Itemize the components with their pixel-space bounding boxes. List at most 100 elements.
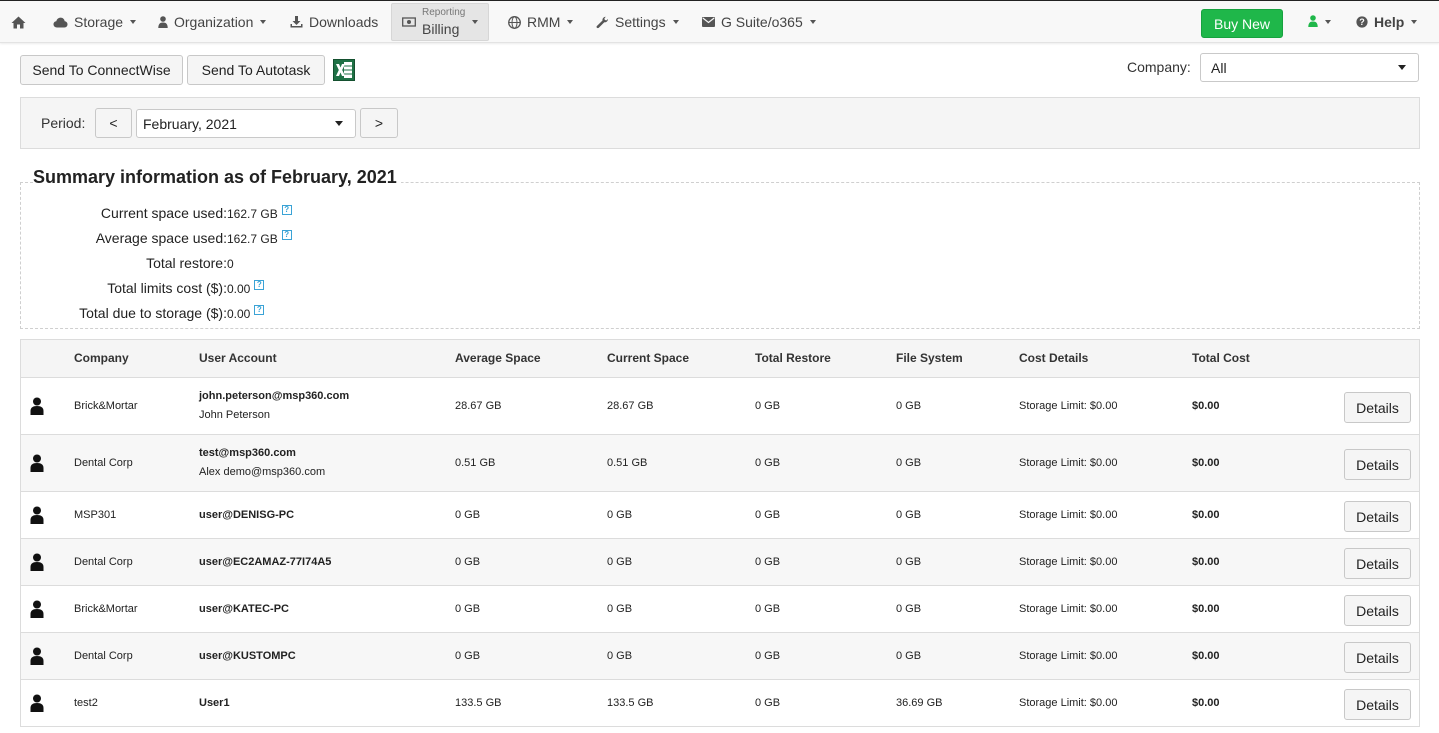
file-system-cell: 0 GB (896, 603, 922, 615)
summary-label: Total restore: (146, 255, 227, 271)
nav-organization[interactable]: Organization (158, 2, 267, 42)
table-row: Brick&Mortar user@KATEC-PC 0 GB 0 GB 0 GB 0 G… (21, 586, 1419, 633)
user-icon (30, 506, 44, 524)
column-header-cost-details[interactable]: Cost Details (1019, 351, 1088, 365)
column-header-total-cost[interactable]: Total Cost (1192, 351, 1250, 365)
total-cost-cell: $0.00 (1192, 697, 1220, 709)
summary-label: Current space used: (100, 205, 227, 221)
user-account-cell[interactable]: user@DENISG-PC (199, 509, 294, 521)
limits-cost-value: 0.00 (227, 282, 251, 296)
user-account-cell[interactable]: User1 (199, 697, 230, 709)
company-cell: MSP301 (74, 509, 117, 521)
details-button[interactable]: Details (1344, 689, 1411, 720)
account-login: test@msp360.com (199, 447, 296, 459)
table-row: Dental Corp test@msp360.com Alex demo@msp3… (21, 435, 1419, 492)
user-status-icon (1308, 14, 1318, 30)
company-cell: test2 (74, 697, 98, 709)
excel-export-icon[interactable] (333, 59, 355, 81)
column-header-total-restore[interactable]: Total Restore (755, 351, 831, 365)
table-header: Company User Account Average Space Curre… (21, 340, 1419, 378)
help-icon[interactable]: ? (254, 280, 265, 290)
help-icon[interactable]: ? (281, 230, 292, 240)
column-header-average-space[interactable]: Average Space (455, 351, 541, 365)
table-row: Dental Corp user@EC2AMAZ-77I74A5 0 GB 0 GB 0… (21, 539, 1419, 586)
chevron-down-icon (809, 20, 816, 24)
company-cell: Dental Corp (74, 650, 133, 662)
wrench-icon (596, 16, 609, 29)
period-select[interactable]: February, 2021 (136, 109, 356, 138)
file-system-cell: 0 GB (896, 650, 922, 662)
send-to-autotask-button[interactable]: Send To Autotask (187, 55, 325, 85)
file-system-cell: 0 GB (896, 400, 922, 412)
total-restore-cell: 0 GB (755, 603, 781, 615)
average-space-value: 162.7 GB (227, 232, 278, 246)
current-space-cell: 0 GB (607, 556, 633, 568)
nav-billing-label: Billing (422, 21, 460, 37)
details-button[interactable]: Details (1344, 501, 1411, 532)
nav-help[interactable]: ? Help (1356, 2, 1418, 42)
cost-details-cell: Storage Limit: $0.00 (1019, 509, 1118, 521)
column-header-company[interactable]: Company (74, 351, 129, 365)
average-space-cell: 0 GB (455, 603, 481, 615)
user-account-cell[interactable]: test@msp360.com Alex demo@msp360.com (199, 447, 325, 478)
send-to-connectwise-button[interactable]: Send To ConnectWise (20, 55, 183, 85)
details-button[interactable]: Details (1344, 595, 1411, 626)
nav-downloads[interactable]: Downloads (290, 2, 378, 42)
cost-details-cell: Storage Limit: $0.00 (1019, 457, 1118, 469)
help-icon[interactable]: ? (281, 205, 292, 215)
nav-settings[interactable]: Settings (596, 2, 679, 42)
envelope-icon (702, 17, 715, 27)
nav-gsuite-label: G Suite/o365 (721, 14, 803, 30)
summary-value: 0.00? (227, 280, 265, 296)
user-account-cell[interactable]: user@KATEC-PC (199, 603, 289, 615)
current-space-cell: 28.67 GB (607, 400, 654, 412)
user-account-cell[interactable]: john.peterson@msp360.com John Peterson (199, 390, 349, 421)
details-button[interactable]: Details (1344, 548, 1411, 579)
user-menu[interactable] (1308, 2, 1331, 42)
chevron-down-icon (260, 20, 267, 24)
globe-icon (508, 15, 521, 29)
company-select-value: All (1211, 59, 1227, 76)
nav-storage[interactable]: Storage (53, 2, 137, 42)
details-button[interactable]: Details (1344, 642, 1411, 673)
user-account-cell[interactable]: user@EC2AMAZ-77I74A5 (199, 556, 331, 568)
column-header-current-space[interactable]: Current Space (607, 351, 689, 365)
nav-gsuite[interactable]: G Suite/o365 (702, 2, 816, 42)
column-header-user-account[interactable]: User Account (199, 351, 277, 365)
file-system-cell: 0 GB (896, 556, 922, 568)
table-row: Dental Corp user@KUSTOMPC 0 GB 0 GB 0 GB 0 GB… (21, 633, 1419, 680)
home-icon[interactable] (11, 2, 26, 42)
cost-details-cell: Storage Limit: $0.00 (1019, 650, 1118, 662)
summary-label: Average space used: (95, 230, 227, 246)
details-button[interactable]: Details (1344, 392, 1411, 423)
average-space-cell: 0.51 GB (455, 457, 496, 469)
file-system-cell: 36.69 GB (896, 697, 943, 709)
period-label: Period: (41, 115, 86, 131)
table-row: MSP301 user@DENISG-PC 0 GB 0 GB 0 GB 0 GB Stor… (21, 492, 1419, 539)
total-restore-cell: 0 GB (755, 556, 781, 568)
help-icon[interactable]: ? (254, 305, 265, 315)
top-navbar: Storage Organization Downloads Reporting… (0, 0, 1439, 43)
details-button[interactable]: Details (1344, 449, 1411, 480)
chevron-down-icon (472, 20, 479, 24)
nav-rmm[interactable]: RMM (508, 2, 574, 42)
nav-billing[interactable]: Reporting Billing (391, 3, 490, 41)
user-account-cell[interactable]: user@KUSTOMPC (199, 650, 296, 662)
total-cost-cell: $0.00 (1192, 400, 1220, 412)
table-body: Brick&Mortar john.peterson@msp360.com John… (21, 378, 1419, 727)
file-system-cell: 0 GB (896, 457, 922, 469)
average-space-cell: 28.67 GB (455, 400, 502, 412)
cost-details-cell: Storage Limit: $0.00 (1019, 556, 1118, 568)
current-space-cell: 0 GB (607, 603, 633, 615)
previous-period-button[interactable]: < (95, 108, 132, 138)
current-space-value: 162.7 GB (227, 207, 278, 221)
company-select[interactable]: All (1200, 53, 1419, 82)
buy-new-button[interactable]: Buy New (1201, 9, 1283, 38)
chevron-down-icon (130, 20, 137, 24)
average-space-cell: 0 GB (455, 556, 481, 568)
next-period-button[interactable]: > (360, 108, 398, 138)
download-icon (290, 16, 303, 28)
user-icon (30, 694, 44, 712)
chevron-down-icon (672, 20, 679, 24)
column-header-file-system[interactable]: File System (896, 351, 963, 365)
